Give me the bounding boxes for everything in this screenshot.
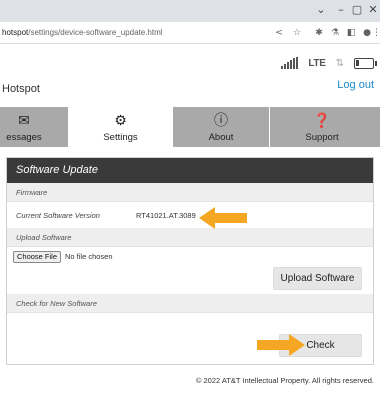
firmware-row: Current Software Version RT41021.AT.3089 — [7, 202, 373, 228]
arrow-right-annotation — [257, 334, 305, 356]
file-status: No file chosen — [65, 252, 113, 261]
tab-label: essages — [6, 132, 42, 143]
restore-icon[interactable]: ▢ — [350, 3, 364, 17]
flask-icon[interactable]: ⚗ — [328, 26, 342, 40]
gear-icon: ⚙ — [114, 113, 127, 129]
version-label: Current Software Version — [16, 211, 100, 220]
main-nav-tabs: ✉ essages ⚙ Settings ⓘ About ❓ Support — [0, 107, 380, 147]
signal-strength-icon — [281, 57, 299, 69]
tab-label: Settings — [103, 132, 138, 143]
info-icon: ⓘ — [214, 113, 228, 129]
envelope-icon: ✉ — [18, 113, 30, 129]
arrow-left-annotation — [199, 207, 247, 229]
chevron-down-icon[interactable]: ⌄ — [314, 3, 328, 17]
address-bar: hotspot/settings/device-software_update.… — [0, 22, 380, 44]
extensions-icon[interactable]: ✱ — [312, 26, 326, 40]
check-row: Check — [7, 313, 373, 363]
choose-file-button[interactable]: Choose File — [13, 251, 62, 263]
panel-title: Software Update — [7, 158, 373, 183]
app-title: Hotspot — [2, 83, 40, 95]
sidebar-icon[interactable]: ◧ — [344, 26, 358, 40]
url-host: hotspot — [2, 28, 29, 37]
status-bar: LTE ⇅ — [281, 55, 377, 71]
menu-icon[interactable]: ⋮ — [372, 26, 380, 40]
copyright-footer: © 2022 AT&T Intellectual Property. All r… — [195, 376, 374, 385]
section-upload: Upload Software — [7, 228, 373, 247]
section-firmware: Firmware — [7, 183, 373, 202]
upload-software-button[interactable]: Upload Software — [273, 267, 362, 290]
close-icon[interactable]: ✕ — [366, 3, 380, 17]
browser-tab-strip: ⌄ – ▢ ✕ — [0, 0, 380, 22]
section-check: Check for New Software — [7, 294, 373, 313]
tab-support[interactable]: ❓ Support — [270, 107, 374, 147]
tab-about[interactable]: ⓘ About — [173, 107, 269, 147]
url-field[interactable]: hotspot/settings/device-software_update.… — [2, 22, 163, 44]
tab-messages[interactable]: ✉ essages — [0, 107, 68, 147]
software-update-panel: Software Update Firmware Current Softwar… — [6, 157, 374, 365]
battery-icon — [354, 57, 377, 69]
minimize-icon[interactable]: – — [334, 3, 348, 17]
data-transfer-icon: ⇅ — [335, 57, 344, 69]
tab-label: About — [208, 132, 234, 143]
share-icon[interactable]: < — [272, 26, 286, 40]
version-value: RT41021.AT.3089 — [136, 211, 196, 220]
tab-label: Support — [305, 132, 339, 143]
upload-row: Choose File No file chosen Upload Softwa… — [7, 247, 373, 294]
question-icon: ❓ — [313, 113, 331, 129]
network-type: LTE — [308, 57, 326, 69]
url-path: /settings/device-software_update.html — [28, 28, 163, 37]
star-icon[interactable]: ☆ — [290, 26, 304, 40]
logout-link[interactable]: Log out — [337, 79, 374, 91]
app-header: LTE ⇅ Hotspot Log out — [0, 45, 380, 107]
tab-settings[interactable]: ⚙ Settings — [69, 107, 172, 147]
